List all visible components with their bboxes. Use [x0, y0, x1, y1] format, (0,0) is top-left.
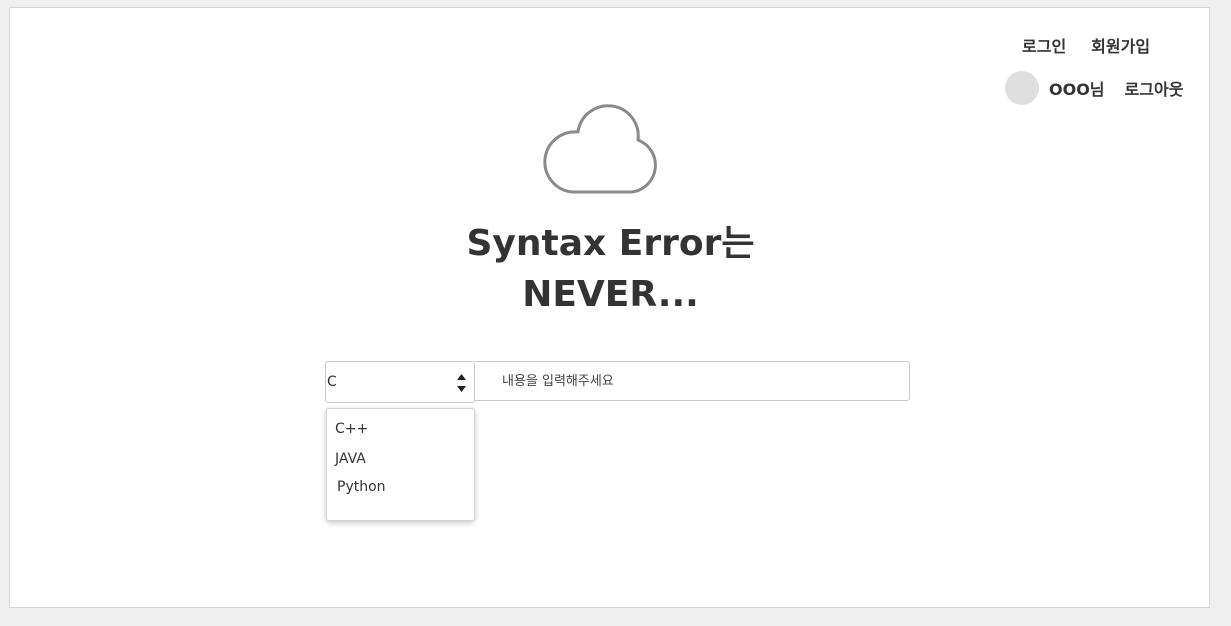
- language-select-value: C: [327, 374, 337, 390]
- cloud-icon: [543, 104, 657, 194]
- avatar[interactable]: [1005, 71, 1039, 105]
- language-select[interactable]: C: [325, 361, 475, 403]
- page-frame: 로그인 회원가입 OOO님 로그아웃 Syntax Error는 NEVER..…: [9, 7, 1210, 608]
- dropdown-item-python[interactable]: Python: [337, 479, 386, 495]
- dropdown-item-cpp[interactable]: C++: [335, 421, 368, 437]
- page-title: Syntax Error는 NEVER...: [10, 218, 1211, 320]
- logout-link[interactable]: 로그아웃: [1125, 76, 1184, 100]
- user-info: OOO님 로그아웃: [1005, 71, 1183, 105]
- title-line-2: NEVER...: [522, 274, 699, 315]
- dropdown-item-java[interactable]: JAVA: [335, 451, 366, 467]
- auth-links: 로그인 회원가입: [1022, 33, 1150, 57]
- sort-arrows-icon: [457, 374, 466, 392]
- language-dropdown: C++ JAVA Python: [326, 408, 475, 521]
- login-link[interactable]: 로그인: [1022, 33, 1066, 57]
- username-label: OOO님: [1049, 80, 1105, 99]
- title-line-1: Syntax Error는: [466, 223, 755, 264]
- search-input[interactable]: [475, 361, 910, 401]
- signup-link[interactable]: 회원가입: [1091, 33, 1150, 57]
